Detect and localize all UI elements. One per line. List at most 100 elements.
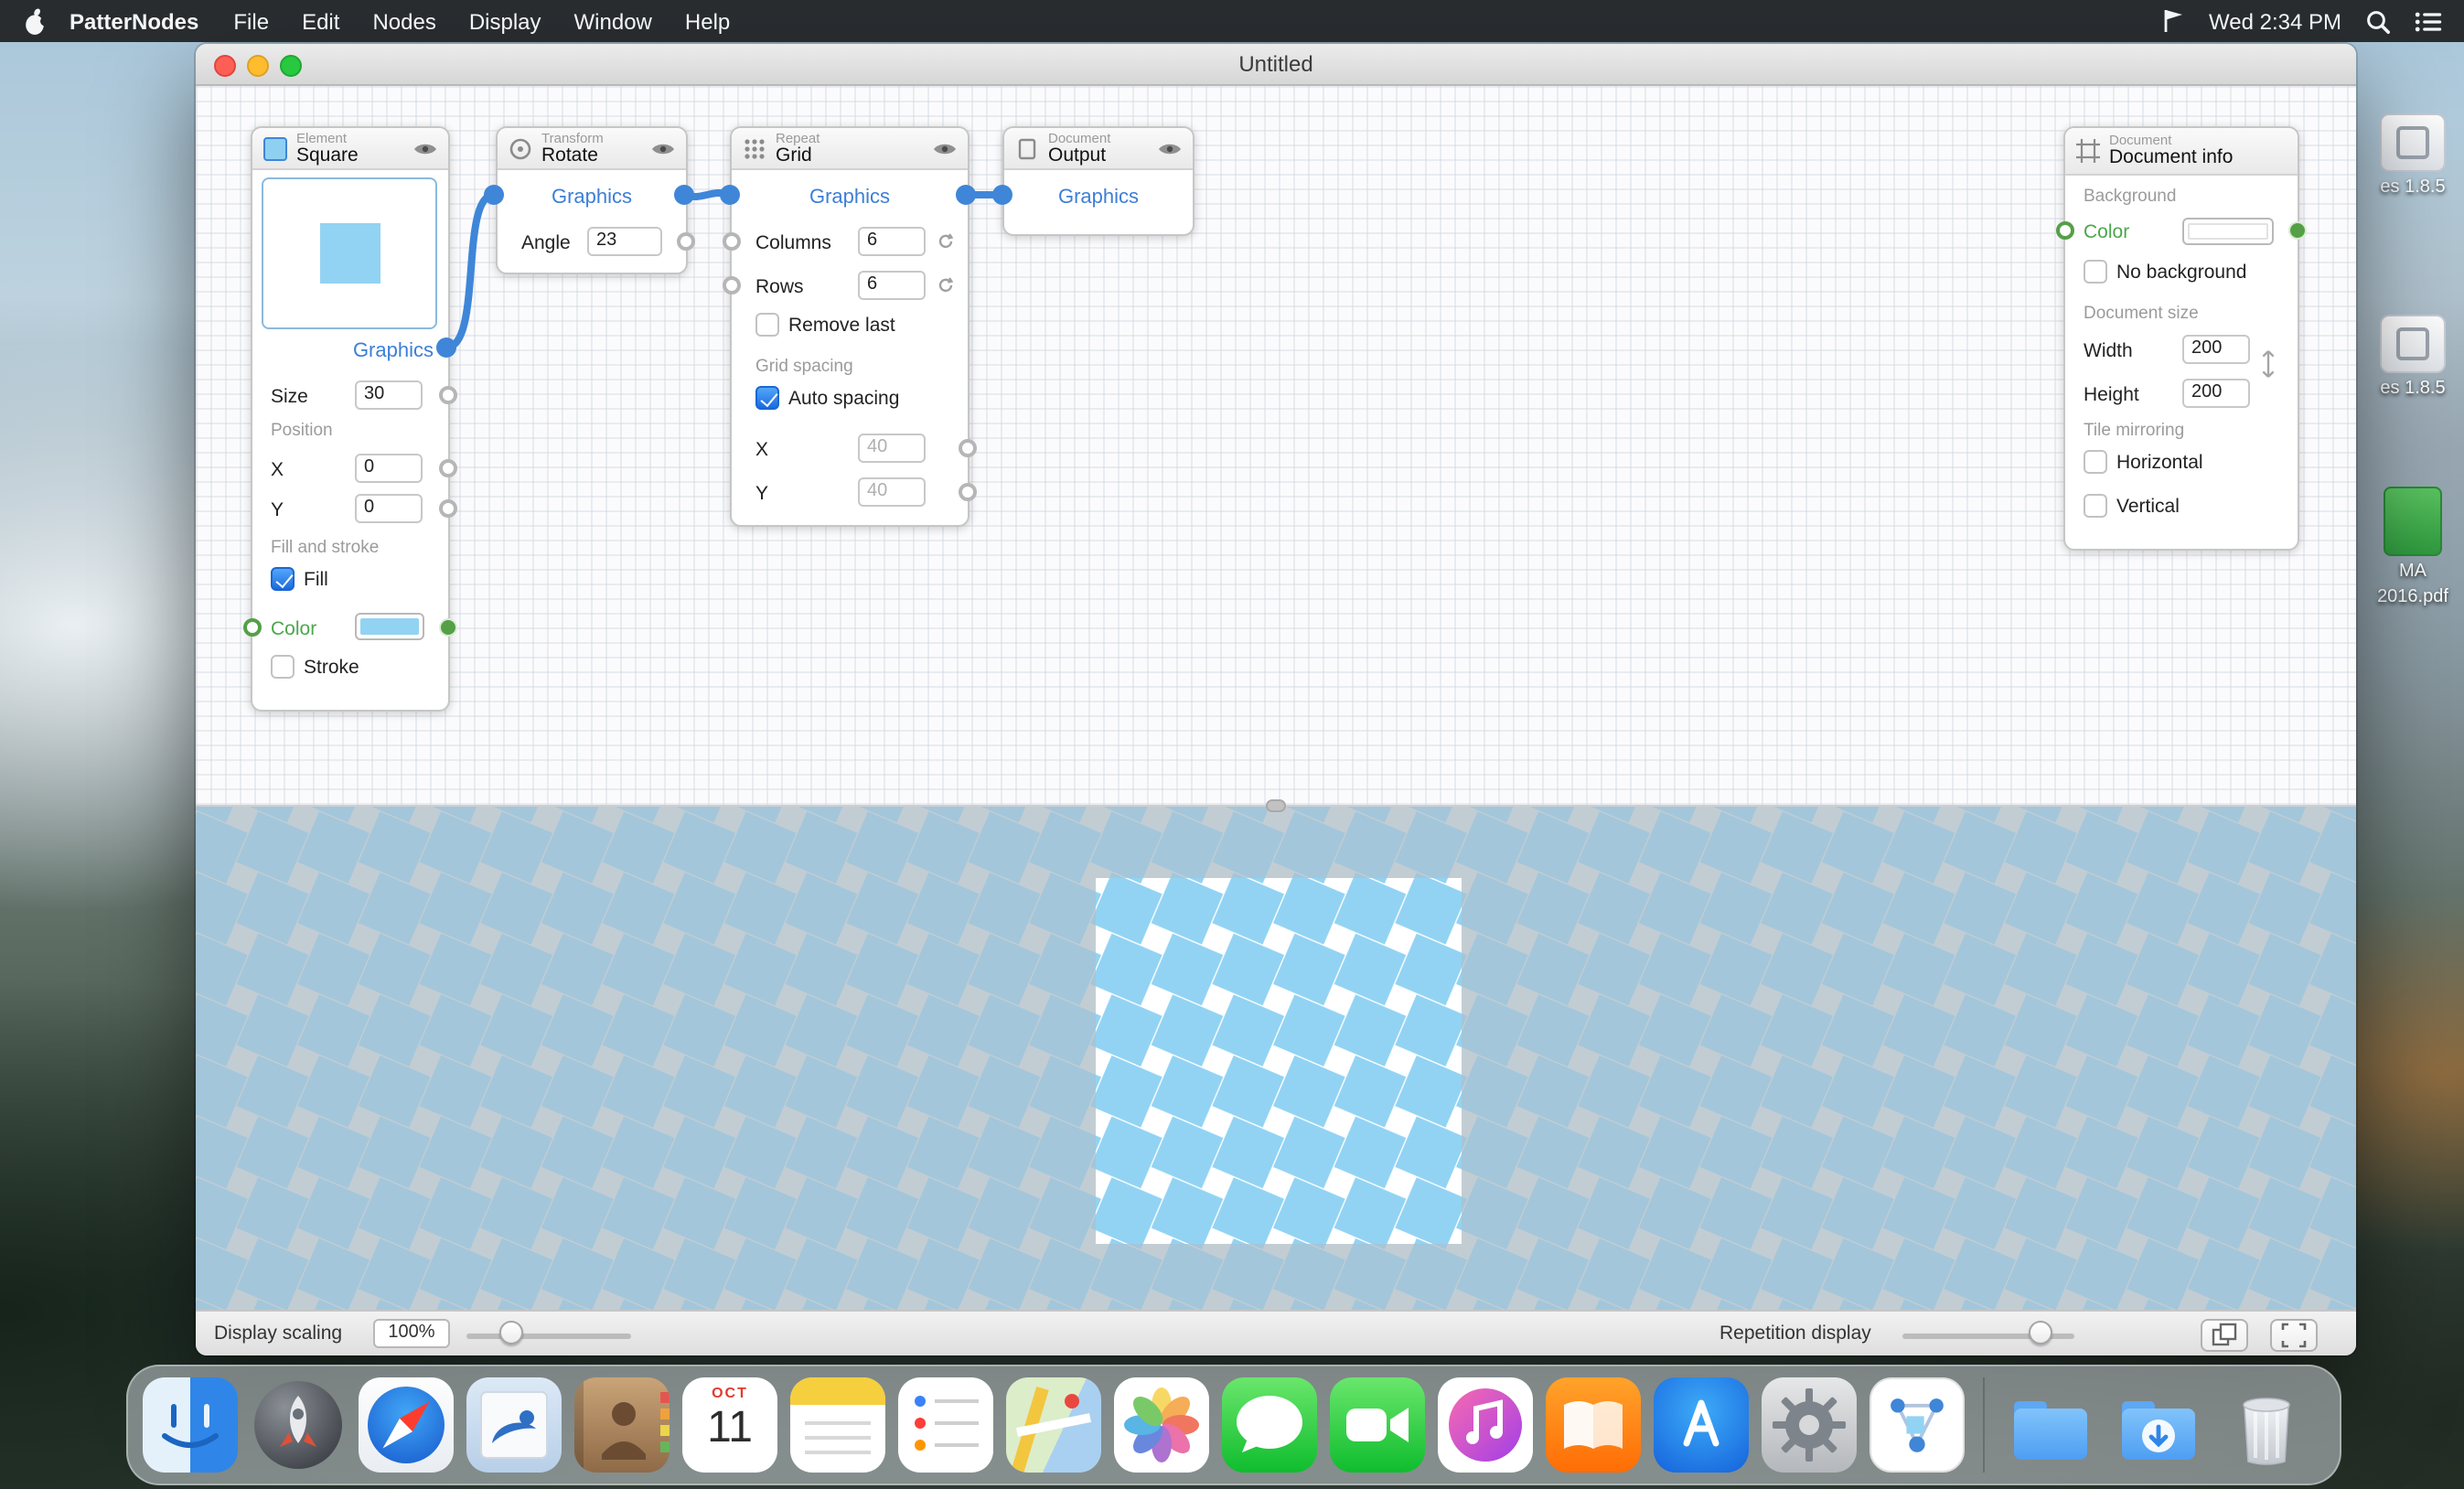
spacing-y-port[interactable]: [959, 483, 977, 501]
rows-field[interactable]: 6: [858, 271, 926, 300]
fill-checkbox[interactable]: [271, 567, 295, 591]
graphics-port[interactable]: [992, 185, 1012, 205]
dock-app-store[interactable]: [1654, 1377, 1749, 1473]
dock-contacts[interactable]: [574, 1377, 670, 1473]
visibility-eye-icon[interactable]: [933, 140, 957, 156]
status-menu-flag-icon[interactable]: [2159, 7, 2185, 35]
remove-last-checkbox[interactable]: [755, 313, 779, 337]
graphics-port[interactable]: [674, 185, 694, 205]
node-header[interactable]: Document Output: [1004, 128, 1193, 170]
apple-logo-icon[interactable]: [22, 6, 48, 36]
dock-folder-applications[interactable]: [2003, 1377, 2098, 1473]
visibility-eye-icon[interactable]: [651, 140, 675, 156]
node-output[interactable]: Document Output Graphics: [1002, 126, 1195, 236]
x-port[interactable]: [439, 459, 457, 477]
repetition-display-slider-knob[interactable]: [2029, 1321, 2052, 1344]
fit-view-button[interactable]: [2270, 1318, 2318, 1351]
dock-calendar[interactable]: OCT 11: [682, 1377, 777, 1473]
stroke-checkbox[interactable]: [271, 655, 295, 679]
node-header[interactable]: Element Square: [252, 128, 448, 170]
refresh-icon[interactable]: [937, 232, 955, 251]
desktop-icon-pdf[interactable]: МА 2016.pdf: [2362, 487, 2464, 607]
pattern-preview[interactable]: [196, 807, 2356, 1310]
horizontal-checkbox[interactable]: [2084, 450, 2107, 474]
no-background-checkbox[interactable]: [2084, 260, 2107, 284]
columns-port[interactable]: [723, 232, 741, 251]
background-color-output-port[interactable]: [2288, 221, 2307, 240]
menu-file[interactable]: File: [233, 8, 269, 34]
node-square[interactable]: Element Square Graphics Size 30 Position…: [251, 126, 450, 712]
spotlight-search-icon[interactable]: [2365, 8, 2391, 34]
color-input-port[interactable]: [243, 618, 262, 637]
visibility-eye-icon[interactable]: [1158, 140, 1182, 156]
y-field[interactable]: 0: [355, 494, 423, 523]
dock-safari[interactable]: [359, 1377, 454, 1473]
panel-document-info[interactable]: Document Document info Background Color …: [2063, 126, 2299, 551]
dock-launchpad[interactable]: [251, 1377, 346, 1473]
window-titlebar[interactable]: Untitled: [196, 44, 2356, 86]
dock-folder-downloads[interactable]: [2111, 1377, 2206, 1473]
vertical-checkbox[interactable]: [2084, 494, 2107, 518]
graphics-port[interactable]: [720, 185, 740, 205]
dock-reminders[interactable]: [898, 1377, 993, 1473]
dock-itunes[interactable]: [1438, 1377, 1533, 1473]
dock-maps[interactable]: [1006, 1377, 1101, 1473]
dock-system-preferences[interactable]: [1762, 1377, 1857, 1473]
menu-edit[interactable]: Edit: [302, 8, 339, 34]
display-sc缩aling-slider-track[interactable]: [466, 1333, 631, 1338]
node-header[interactable]: Transform Rotate: [498, 128, 686, 170]
refresh-icon[interactable]: [937, 276, 955, 295]
tile-view-button[interactable]: [2201, 1318, 2248, 1351]
node-header[interactable]: Document Document info: [2065, 128, 2298, 176]
menu-window[interactable]: Window: [574, 8, 652, 34]
dock-photos[interactable]: [1114, 1377, 1209, 1473]
splitter-handle[interactable]: [1266, 799, 1286, 812]
spacing-x-port[interactable]: [959, 439, 977, 457]
auto-spacing-checkbox[interactable]: [755, 386, 779, 410]
dock-patternodes[interactable]: [1869, 1377, 1965, 1473]
dock-trash[interactable]: [2219, 1377, 2314, 1473]
dock-mail[interactable]: [466, 1377, 562, 1473]
desktop-icon-disk-1[interactable]: es 1.8.5: [2362, 113, 2464, 198]
dock-notes[interactable]: [790, 1377, 885, 1473]
dock-ibooks[interactable]: [1546, 1377, 1641, 1473]
graphics-port[interactable]: [956, 185, 976, 205]
y-port[interactable]: [439, 499, 457, 518]
x-field[interactable]: 0: [355, 454, 423, 483]
height-field[interactable]: 200: [2182, 379, 2250, 408]
background-color-well[interactable]: [2182, 218, 2274, 245]
background-color-input-port[interactable]: [2056, 221, 2074, 240]
app-menu-title[interactable]: PatterNodes: [70, 8, 198, 34]
graphics-port[interactable]: [484, 185, 504, 205]
columns-field[interactable]: 6: [858, 227, 926, 256]
node-rotate[interactable]: Transform Rotate Graphics Angle 23: [496, 126, 688, 274]
size-port[interactable]: [439, 386, 457, 404]
link-dimensions-icon[interactable]: [2259, 349, 2277, 379]
menu-display[interactable]: Display: [469, 8, 541, 34]
angle-field[interactable]: 23: [587, 227, 662, 256]
notification-center-icon[interactable]: [2415, 10, 2442, 32]
dock-facetime[interactable]: [1330, 1377, 1425, 1473]
visibility-eye-icon[interactable]: [413, 140, 437, 156]
node-header[interactable]: Repeat Grid: [732, 128, 968, 170]
document-size-section-label: Document size: [2084, 304, 2199, 324]
spacing-x-field[interactable]: 40: [858, 434, 926, 463]
node-editor-canvas[interactable]: Element Square Graphics Size 30 Position…: [196, 86, 2356, 807]
node-grid[interactable]: Repeat Grid Graphics Columns 6 Rows 6: [730, 126, 970, 527]
rows-port[interactable]: [723, 276, 741, 295]
size-field[interactable]: 30: [355, 380, 423, 410]
dock-finder[interactable]: [143, 1377, 238, 1473]
menu-nodes[interactable]: Nodes: [372, 8, 435, 34]
color-output-port[interactable]: [439, 618, 457, 637]
dock-messages[interactable]: [1222, 1377, 1317, 1473]
menu-clock[interactable]: Wed 2:34 PM: [2209, 8, 2341, 34]
graphics-port[interactable]: [436, 337, 456, 358]
spacing-y-field[interactable]: 40: [858, 477, 926, 507]
display-scaling-slider-knob[interactable]: [499, 1321, 523, 1344]
width-field[interactable]: 200: [2182, 335, 2250, 364]
menu-help[interactable]: Help: [685, 8, 730, 34]
desktop-icon-disk-2[interactable]: es 1.8.5: [2362, 315, 2464, 399]
fill-color-well[interactable]: [355, 613, 424, 640]
display-scaling-value[interactable]: 100%: [373, 1319, 450, 1348]
angle-port[interactable]: [677, 232, 695, 251]
